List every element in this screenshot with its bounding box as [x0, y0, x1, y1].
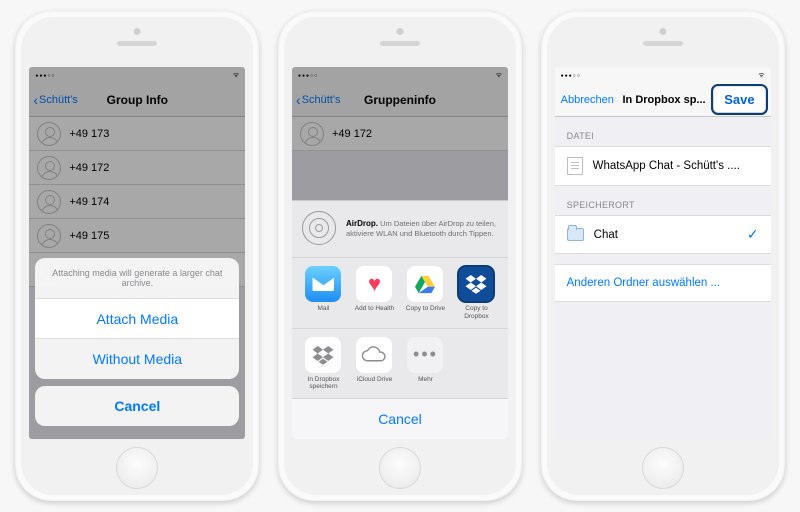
- wifi-icon: ᯤ: [758, 71, 764, 80]
- share-app-drive[interactable]: Copy to Drive: [400, 266, 451, 319]
- home-button[interactable]: [642, 447, 684, 489]
- folder-name: Chat: [594, 229, 747, 241]
- share-action-dropbox-save[interactable]: In Dropbox speichern: [298, 337, 349, 390]
- airdrop-icon: [302, 211, 336, 245]
- share-apps-row-1: Mail ♥Add to Health Copy to Drive Copy t…: [292, 258, 508, 328]
- status-bar: ᯤ: [555, 67, 771, 83]
- google-drive-icon: [407, 266, 443, 302]
- dropbox-outline-icon: [305, 337, 341, 373]
- action-sheet-options: Attaching media will generate a larger c…: [35, 258, 239, 379]
- nav-title: In Dropbox sp...: [623, 94, 706, 106]
- dropbox-icon: [458, 266, 494, 302]
- home-button[interactable]: [379, 447, 421, 489]
- section-header-location: SPEICHERORT: [555, 186, 771, 215]
- share-apps-row-2: In Dropbox speichern iCloud Drive •••Meh…: [292, 329, 508, 399]
- iphone-frame-1: ᯤ ‹ Schütt's Group Info +49 173 +49 172 …: [15, 11, 259, 501]
- cancel-button[interactable]: Abbrechen: [561, 94, 614, 106]
- file-name: WhatsApp Chat - Schütt's ....: [593, 160, 759, 172]
- share-app-health[interactable]: ♥Add to Health: [349, 266, 400, 319]
- screen-3: ᯤ Abbrechen In Dropbox sp... Save DATEI …: [555, 67, 771, 439]
- screen-1: ᯤ ‹ Schütt's Group Info +49 173 +49 172 …: [29, 67, 245, 439]
- action-sheet-note: Attaching media will generate a larger c…: [35, 258, 239, 299]
- iphone-frame-2: ᯤ ‹ Schütt's Gruppeninfo +49 172 AirDrop…: [278, 11, 522, 501]
- icloud-icon: [356, 337, 392, 373]
- document-icon: [567, 157, 583, 175]
- airdrop-text: AirDrop. Um Dateien über AirDrop zu teil…: [346, 219, 498, 238]
- share-app-dropbox[interactable]: Copy to Dropbox: [451, 266, 502, 319]
- heart-icon: ♥: [356, 266, 392, 302]
- folder-cell[interactable]: Chat ✓: [555, 215, 771, 254]
- signal-dots-icon: [561, 72, 581, 79]
- action-sheet: Attaching media will generate a larger c…: [35, 258, 239, 433]
- share-sheet: AirDrop. Um Dateien über AirDrop zu teil…: [292, 200, 508, 439]
- section-header-file: DATEI: [555, 117, 771, 146]
- airdrop-row[interactable]: AirDrop. Um Dateien über AirDrop zu teil…: [292, 201, 508, 258]
- share-app-mail[interactable]: Mail: [298, 266, 349, 319]
- attach-media-button[interactable]: Attach Media: [35, 299, 239, 339]
- share-action-icloud[interactable]: iCloud Drive: [349, 337, 400, 390]
- screen-2: ᯤ ‹ Schütt's Gruppeninfo +49 172 AirDrop…: [292, 67, 508, 439]
- home-button[interactable]: [116, 447, 158, 489]
- without-media-button[interactable]: Without Media: [35, 339, 239, 379]
- folder-icon: [567, 228, 584, 241]
- mail-icon: [305, 266, 341, 302]
- checkmark-icon: ✓: [747, 226, 759, 243]
- share-action-more[interactable]: •••Mehr: [400, 337, 451, 390]
- iphone-frame-3: ᯤ Abbrechen In Dropbox sp... Save DATEI …: [541, 11, 785, 501]
- nav-bar: Abbrechen In Dropbox sp... Save: [555, 83, 771, 117]
- more-icon: •••: [407, 337, 443, 373]
- file-cell[interactable]: WhatsApp Chat - Schütt's ....: [555, 146, 771, 186]
- cancel-button[interactable]: Cancel: [35, 386, 239, 426]
- share-cancel-button[interactable]: Cancel: [292, 399, 508, 439]
- action-sheet-cancel-group: Cancel: [35, 386, 239, 426]
- save-button[interactable]: Save: [714, 87, 764, 112]
- choose-other-folder-button[interactable]: Anderen Ordner auswählen ...: [555, 264, 771, 302]
